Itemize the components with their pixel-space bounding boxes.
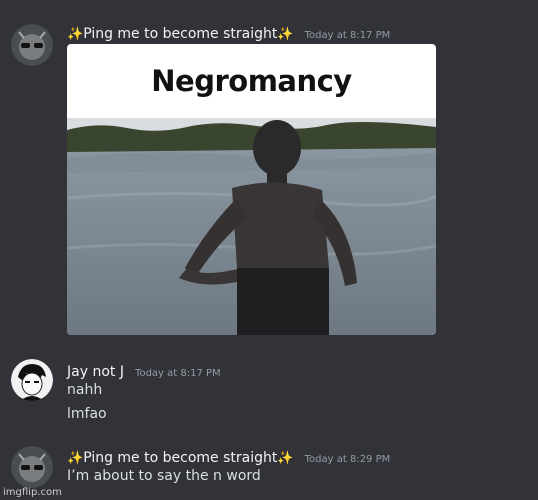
message-header: Jay not J Today at 8:17 PM (67, 361, 221, 380)
username[interactable]: Ping me to become straight (83, 26, 277, 42)
timestamp: Today at 8:29 PM (304, 454, 391, 465)
avatar[interactable] (11, 359, 53, 401)
user-avatar-image (11, 446, 53, 488)
user-avatar-image (11, 24, 53, 66)
timestamp: Today at 8:17 PM (304, 30, 391, 41)
sparkle-icon: ✨ (67, 451, 84, 466)
sparkle-icon: ✨ (277, 27, 294, 42)
timestamp: Today at 8:17 PM (135, 368, 221, 379)
sparkle-icon: ✨ (67, 27, 84, 42)
meme-caption: Negromancy (151, 64, 352, 98)
username[interactable]: Ping me to become straight (83, 450, 277, 466)
avatar[interactable] (11, 446, 53, 488)
message-header: ✨Ping me to become straight✨ Today at 8:… (67, 447, 390, 466)
user-avatar-image (11, 359, 53, 401)
watermark: imgflip.com (3, 487, 62, 498)
message-text: I’m about to say the n word (67, 468, 261, 484)
avatar[interactable] (11, 24, 53, 66)
meme-photo (67, 118, 436, 335)
meme-image-embed[interactable]: Negromancy (67, 44, 436, 335)
sparkle-icon: ✨ (277, 451, 294, 466)
message-text: nahh (67, 382, 103, 398)
username[interactable]: Jay not J (67, 364, 124, 380)
message-text: lmfao (67, 406, 107, 422)
message-header: ✨Ping me to become straight✨ Today at 8:… (67, 23, 390, 42)
